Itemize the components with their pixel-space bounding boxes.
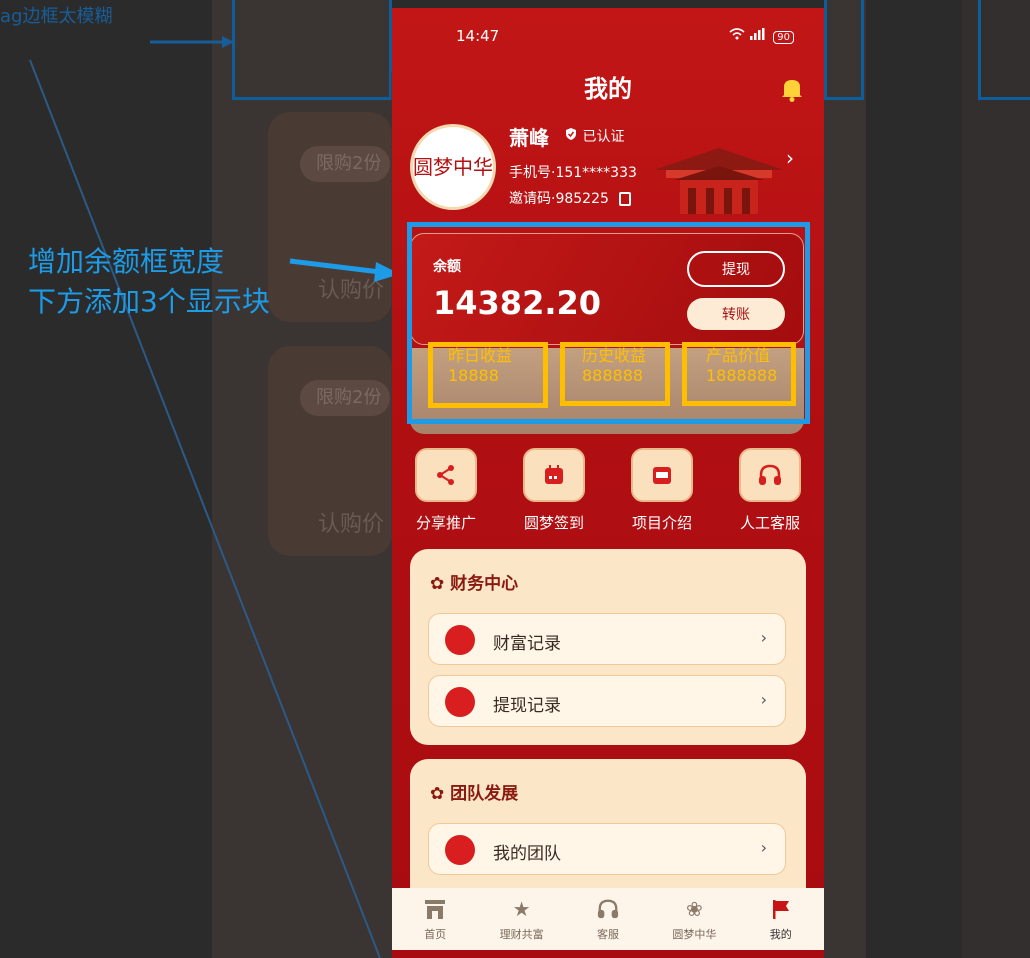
stat-highlight-box-1 (428, 342, 548, 408)
quick-action-label: 项目介绍 (631, 514, 692, 532)
stat-highlight-box-2 (560, 342, 670, 406)
signal-icon (749, 28, 769, 44)
withdraw-record-row[interactable]: 提现记录 › (428, 675, 786, 727)
share-icon (415, 448, 477, 502)
tab-label: 理财共富 (499, 928, 544, 941)
row-label: 我的团队 (493, 844, 561, 864)
home-icon (395, 896, 475, 922)
headset-icon (739, 448, 801, 502)
section-title: ✿ 财务中心 (430, 569, 518, 594)
annotation-line-1: 增加余额框宽度 (28, 245, 225, 278)
tab-home[interactable]: 首页 (395, 888, 475, 950)
phone-number: 手机号·151****333 (509, 165, 637, 181)
row-label: 财富记录 (493, 634, 561, 654)
status-icons: 90 (729, 28, 794, 44)
stars-icon: ★ (512, 897, 531, 921)
quick-action-checkin[interactable]: 圆梦签到 (506, 448, 602, 533)
tab-mine[interactable]: 我的 (741, 888, 821, 950)
copy-icon[interactable] (619, 192, 632, 206)
wifi-icon (729, 28, 749, 44)
tab-label: 我的 (769, 928, 792, 941)
wealth-record-icon (445, 625, 475, 655)
verified-label: 已认证 (582, 129, 625, 145)
palace-illustration (654, 148, 784, 214)
avatar[interactable]: 圆梦中华 (410, 124, 496, 210)
annotation-line-2: 下方添加3个显示块 (28, 285, 270, 318)
team-development-title: 团队发展 (450, 784, 519, 804)
invite-code: 邀请码·985225 (509, 191, 609, 207)
verified-badge: 已认证 (564, 126, 624, 146)
finance-center-title: 财务中心 (450, 574, 519, 594)
row-label: 提现记录 (493, 696, 561, 716)
my-team-row[interactable]: 我的团队 › (428, 823, 786, 875)
top-bar: 我的 (392, 64, 824, 114)
quick-actions: 分享推广 圆梦签到 项目介绍 人工客服 (392, 448, 824, 544)
section-title: ✿ 团队发展 (430, 779, 518, 804)
user-name: 萧峰 (509, 126, 549, 150)
tab-dream-china[interactable]: ❀ 圆梦中华 (654, 888, 734, 950)
lantern-icon: ✿ (430, 574, 445, 594)
flag-icon (741, 896, 821, 922)
withdraw-record-icon (445, 687, 475, 717)
lantern-icon: ✿ (430, 784, 445, 804)
tab-label: 圆梦中华 (672, 928, 717, 941)
phone-screen: 14:47 90 我的 圆梦中华 萧峰 已认证 手机号·151****333 邀… (392, 8, 824, 958)
quick-action-label: 分享推广 (415, 514, 476, 532)
chevron-right-icon[interactable]: › (786, 146, 794, 170)
bottom-tab-bar: 首页 ★ 理财共富 客服 ❀ 圆梦中华 我的 (392, 888, 824, 950)
ppt-icon (631, 448, 693, 502)
chevron-right-icon: › (760, 838, 767, 857)
bell-icon[interactable] (780, 76, 804, 106)
chevron-right-icon: › (760, 690, 767, 709)
quick-action-label: 圆梦签到 (523, 514, 584, 532)
status-bar: 14:47 90 (392, 8, 824, 64)
battery-indicator: 90 (773, 31, 794, 44)
status-time: 14:47 (456, 27, 500, 45)
wealth-record-row[interactable]: 财富记录 › (428, 613, 786, 665)
page-title: 我的 (584, 75, 632, 103)
headset-icon (568, 896, 648, 922)
tab-wealth[interactable]: ★ 理财共富 (482, 888, 562, 950)
shield-check-icon (566, 128, 576, 140)
team-icon (445, 835, 475, 865)
quick-action-project[interactable]: 项目介绍 (614, 448, 710, 533)
stat-highlight-box-3 (682, 342, 796, 406)
flower-icon: ❀ (685, 897, 703, 921)
calendar-icon (523, 448, 585, 502)
tab-support[interactable]: 客服 (568, 888, 648, 950)
quick-action-share[interactable]: 分享推广 (398, 448, 494, 533)
chevron-right-icon: › (760, 628, 767, 647)
invite-code-row: 邀请码·985225 (509, 188, 632, 208)
profile-section[interactable]: 圆梦中华 萧峰 已认证 手机号·151****333 邀请码·985225 › (392, 114, 824, 226)
tab-label: 客服 (596, 928, 619, 941)
quick-action-label: 人工客服 (739, 514, 800, 532)
tab-label: 首页 (424, 928, 447, 941)
quick-action-support[interactable]: 人工客服 (722, 448, 818, 533)
finance-center-section: ✿ 财务中心 财富记录 › 提现记录 › (410, 549, 806, 745)
